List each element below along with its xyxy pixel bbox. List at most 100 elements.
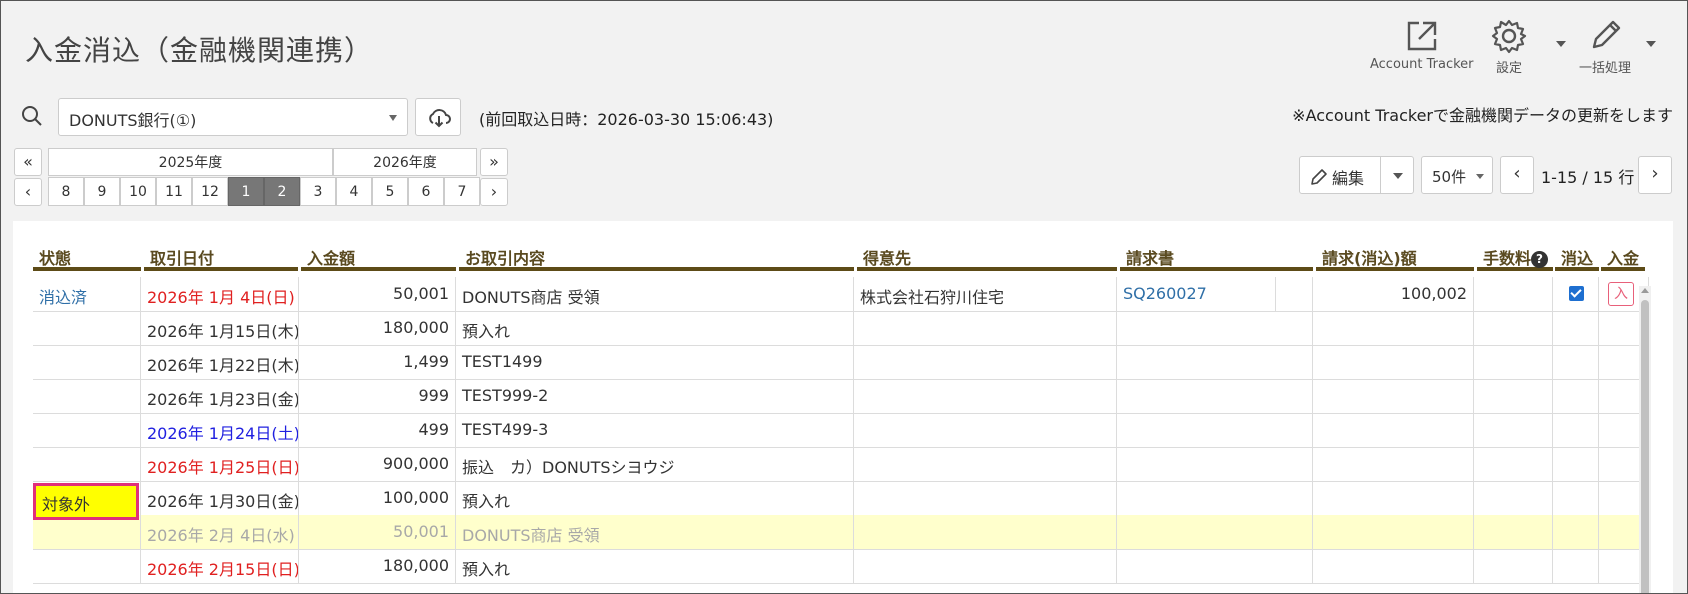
fee-cell [1474,447,1553,482]
next-page-button[interactable]: › [1638,156,1672,194]
invoice-cell [1117,481,1313,516]
table-row[interactable]: 2026年 1月24日(土) 499 TEST499-3 [33,413,1649,448]
scroll-thumb[interactable] [1641,300,1649,593]
chevron-down-icon [1393,173,1403,179]
month-7[interactable]: 7 [444,177,480,206]
page-title: 入金消込（金融機関連携） [25,34,374,67]
col-customer[interactable]: 得意先 [857,241,1117,271]
month-1[interactable]: 1 [228,177,264,206]
status-cell[interactable] [33,345,141,380]
bank-select[interactable]: DONUTS銀行(①) [58,98,408,136]
per-page-select[interactable]: 50件 [1421,156,1493,194]
status-excluded-highlight[interactable]: 対象外 [33,483,139,520]
scroll-up-icon[interactable] [1641,288,1649,293]
help-icon[interactable]: ? [1531,251,1549,268]
month-12[interactable]: 12 [192,177,228,206]
cloud-download-button[interactable] [415,98,461,136]
deposit-badge[interactable]: 入 [1608,282,1634,306]
invoice-cell [1117,311,1313,346]
table-row-excluded[interactable]: 2026年 2月 4日(水) 50,001 DONUTS商店 受領 [33,515,1649,550]
table-row[interactable]: 2026年 1月23日(金) 999 TEST999-2 [33,379,1649,414]
table-row[interactable]: 2026年 1月30日(金) 100,000 預入れ [33,481,1649,516]
amount-cell: 50,001 [299,277,456,312]
next-year-button[interactable]: » [480,148,508,176]
bulk-process-label: 一括処理 [1579,61,1632,76]
bank-select-value: DONUTS銀行(①) [69,111,197,130]
col-status[interactable]: 状態 [33,241,141,271]
status-cell[interactable] [33,311,141,346]
invoice-link[interactable]: SQ260027 [1117,277,1276,312]
invoice-cell [1117,447,1313,482]
amount-cell: 499 [299,413,456,448]
fee-cell [1474,311,1553,346]
date-cell: 2026年 1月 4日(日) [141,277,299,312]
settings-dropdown-icon[interactable] [1556,41,1566,47]
next-period-button[interactable]: › [480,178,508,206]
fee-cell [1474,549,1553,584]
edit-button[interactable]: 編集 [1299,156,1381,194]
customer-cell [854,311,1117,346]
clear-checkbox[interactable] [1569,286,1584,301]
table-scrollbar[interactable] [1639,286,1651,593]
description-cell: 預入れ [456,481,854,516]
clear-cell [1553,277,1599,312]
amount-cell: 180,000 [299,311,456,346]
table-row[interactable]: 消込済 2026年 1月 4日(日) 50,001 DONUTS商店 受領 株式… [33,277,1649,312]
billed-amount-cell [1313,311,1474,346]
month-9[interactable]: 9 [84,177,120,206]
month-4[interactable]: 4 [336,177,372,206]
customer-cell [854,379,1117,414]
description-cell: DONUTS商店 受領 [456,515,854,550]
status-cell[interactable] [33,379,141,414]
col-billed-amount[interactable]: 請求(消込)額 [1316,241,1474,271]
col-fee[interactable]: 手数料? [1477,241,1553,271]
edit-dropdown-button[interactable] [1380,156,1414,194]
month-2[interactable]: 2 [264,177,300,206]
status-cell[interactable] [33,515,141,550]
month-3[interactable]: 3 [300,177,336,206]
billed-amount-cell [1313,447,1474,482]
customer-cell [854,345,1117,380]
bulk-process-button[interactable]: 一括処理 [1579,17,1631,76]
col-amount[interactable]: 入金額 [301,241,456,271]
first-period-button[interactable]: « [14,148,42,176]
col-fee-label: 手数料 [1483,249,1532,268]
customer-cell [854,549,1117,584]
prev-page-button[interactable]: ‹ [1500,156,1534,194]
notice-text: ※Account Trackerで金融機関データの更新をします [1292,106,1673,125]
month-6[interactable]: 6 [408,177,444,206]
status-cell[interactable]: 消込済 [33,277,141,312]
col-invoice[interactable]: 請求書 [1120,241,1313,271]
pencil-icon [1311,169,1327,185]
clear-cell [1553,345,1599,380]
settings-button[interactable]: 設定 [1490,17,1528,76]
prev-period-button[interactable]: ‹ [14,178,42,206]
row-range: 1-15 / 15 行 [1541,168,1635,187]
search-icon[interactable] [21,105,43,127]
billed-amount-cell [1313,515,1474,550]
month-8[interactable]: 8 [48,177,84,206]
date-cell: 2026年 1月15日(木) [141,311,299,346]
bulk-dropdown-icon[interactable] [1646,41,1656,47]
status-cell[interactable] [33,413,141,448]
month-10[interactable]: 10 [120,177,156,206]
table-row[interactable]: 2026年 2月15日(日) 180,000 預入れ [33,549,1649,584]
status-cell[interactable] [33,549,141,584]
col-date[interactable]: 取引日付 [144,241,298,271]
billed-amount-cell [1313,379,1474,414]
date-cell: 2026年 1月22日(木) [141,345,299,380]
table-row[interactable]: 2026年 1月15日(木) 180,000 預入れ [33,311,1649,346]
month-11[interactable]: 11 [156,177,192,206]
settings-label: 設定 [1495,61,1522,76]
table-row[interactable]: 2026年 1月25日(日) 900,000 振込 カ）DONUTSシヨウジ [33,447,1649,482]
col-description[interactable]: お取引内容 [459,241,854,271]
table-row[interactable]: 2026年 1月22日(木) 1,499 TEST1499 [33,345,1649,380]
date-cell: 2026年 1月23日(金) [141,379,299,414]
billed-amount-cell [1313,413,1474,448]
col-deposit[interactable]: 入金 [1601,241,1645,271]
month-5[interactable]: 5 [372,177,408,206]
col-clear[interactable]: 消込 [1555,241,1599,271]
description-cell: 預入れ [456,549,854,584]
account-tracker-button[interactable]: Account Tracker [1370,17,1474,72]
status-cell[interactable] [33,447,141,482]
